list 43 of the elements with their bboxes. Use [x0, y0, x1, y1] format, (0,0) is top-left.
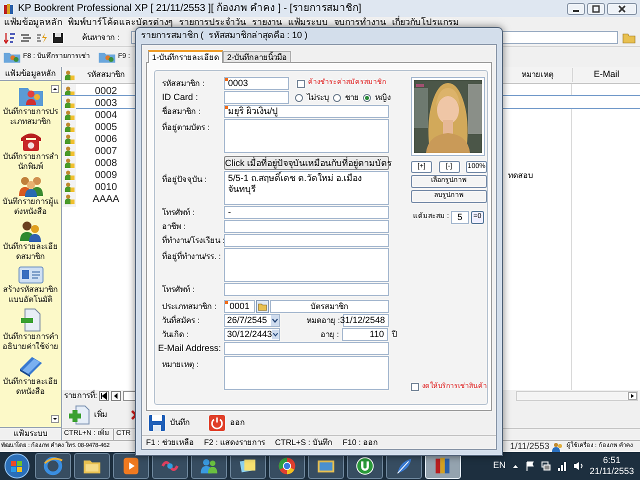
status-date: 1/11/2553 — [510, 440, 550, 453]
table-cell-text: 0010 — [94, 181, 118, 195]
radio-label: หญิง — [375, 92, 391, 104]
table-cell-text: 0009 — [94, 169, 118, 183]
table-cell-text: 0002 — [94, 85, 118, 99]
unit-label: ปี — [392, 328, 397, 340]
radio-label: ไม่ระบุ — [307, 92, 329, 104]
shortcut-hint: F2 : แสดงรายการ — [204, 436, 266, 448]
field-label: ที่ทำงาน/โรงเรียน : — [162, 234, 224, 246]
table-cell-text: ทดสอบ — [507, 170, 534, 182]
field-label: วันที่สมัคร : — [162, 314, 200, 326]
table-cell-text: 0008 — [94, 157, 118, 171]
search-label: ค้นหาจาก : — [82, 32, 120, 44]
field-label: ประเภทสมาชิก : — [162, 300, 218, 312]
column-header: รหัสสมาชิก — [86, 69, 126, 81]
field-label: ที่อยู่ตามบัตร : — [162, 121, 210, 134]
table-cell-text: 0004 — [94, 109, 118, 123]
field-label: อายุ : — [320, 328, 340, 340]
field-label: ชื่อสมาชิก : — [162, 106, 202, 118]
field-label: ID Card : — [162, 90, 200, 104]
panel-header: แฟ้มข้อมูลหลัก — [5, 68, 56, 80]
table-cell-text: 0005 — [94, 121, 118, 135]
record-label: รายการที่: — [64, 390, 98, 402]
dialog-title: รายการสมาชิก ( รหัสสมาชิกล่าสุดคือ : 10 ) — [141, 29, 308, 42]
field-label: ที่อยู่ที่ทำงาน/รร. : — [162, 250, 222, 263]
shortcut-hint: F10 : ออก — [342, 436, 378, 448]
field-label: หมายเหตุ : — [162, 359, 200, 371]
table-cell-text: 0003 — [94, 97, 118, 111]
field-label: อาชีพ : — [162, 220, 186, 232]
field-label: โทรศัพท์ : — [162, 206, 196, 218]
field-label: E-Mail Address: — [158, 342, 222, 355]
field-label: ที่อยู่ปัจจุบัน : — [162, 173, 208, 186]
radio-label: ชาย — [345, 92, 359, 104]
shortcut-hint: F1 : ช่วยเหลือ — [146, 436, 194, 448]
window-title: KP Bookrent Professional XP [ 21/11/2553 ][ ก้องภพ คำคง ] - [รายการสมาชิก] — [18, 2, 362, 16]
field-label: รหัสสมาชิก : — [162, 78, 206, 90]
field-label: โทรศัพท์ : — [162, 284, 196, 296]
table-cell-text: 0006 — [94, 133, 118, 147]
shortcut-hint: CTRL+S : บันทึก — [275, 436, 333, 448]
field-label: วันเกิด : — [162, 328, 190, 340]
table-cell-text: 0007 — [94, 145, 118, 159]
table-cell-text: AAAA — [92, 193, 120, 207]
column-header: E-Mail — [572, 68, 640, 82]
